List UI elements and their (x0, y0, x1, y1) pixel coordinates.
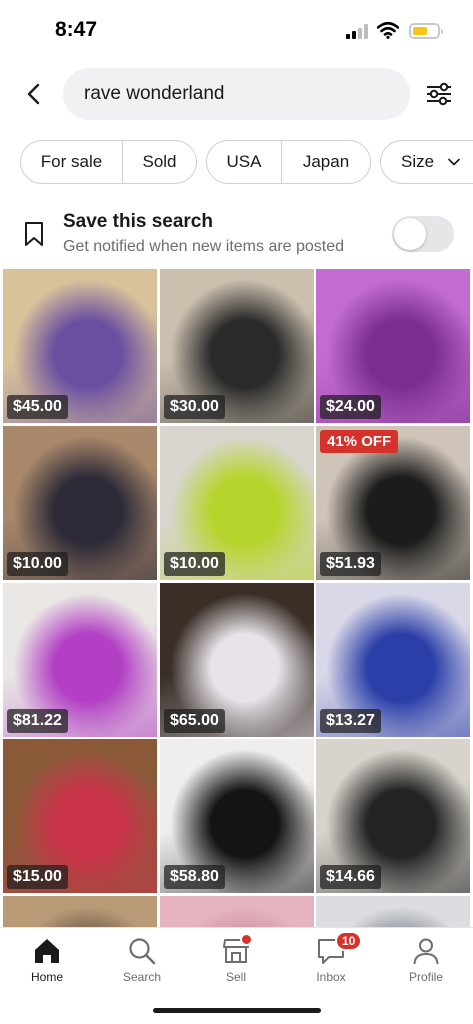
chip-usa[interactable]: USA (207, 141, 281, 183)
signal-icon (346, 23, 370, 39)
toggle-knob (394, 218, 426, 250)
nav-profile[interactable]: Profile (386, 936, 466, 996)
listing-price: $58.80 (164, 865, 225, 889)
save-search-toggle[interactable] (392, 216, 454, 252)
nav-sell[interactable]: Sell (196, 933, 276, 996)
back-arrow-icon (27, 83, 40, 105)
condition-filter: For sale Sold (20, 140, 197, 184)
listing-price: $81.22 (7, 709, 68, 733)
save-search-title: Save this search (63, 211, 213, 232)
listing-tile[interactable]: $14.66 (316, 739, 470, 893)
chip-sold[interactable]: Sold (122, 141, 196, 183)
listing-tile[interactable]: $81.22 (3, 583, 157, 737)
listing-tile[interactable]: $45.00 (3, 269, 157, 423)
listing-tile[interactable]: $65.00 (160, 583, 314, 737)
search-query: rave wonderland (84, 83, 225, 104)
inbox-badge: 10 (335, 931, 363, 951)
listing-price: $14.66 (320, 865, 381, 889)
listing-price: $24.00 (320, 395, 381, 419)
bookmark-icon (25, 222, 43, 246)
home-indicator (153, 1008, 321, 1013)
listing-price: $10.00 (7, 552, 68, 576)
nav-home[interactable]: Home (7, 936, 87, 996)
home-icon (35, 939, 59, 963)
status-time: 8:47 (55, 18, 98, 41)
sell-notification-dot (240, 933, 253, 946)
listing-tile[interactable]: 41% OFF $51.93 (316, 426, 470, 580)
filter-sliders-icon (427, 82, 451, 106)
listing-tile[interactable]: $24.00 (316, 269, 470, 423)
chip-size-label: Size (401, 152, 435, 171)
search-icon (129, 938, 156, 965)
profile-icon (413, 938, 439, 965)
listing-tile[interactable]: $15.00 (3, 739, 157, 893)
nav-profile-label: Profile (408, 970, 443, 984)
chip-size[interactable]: Size (381, 141, 460, 183)
listing-tile[interactable]: $10.00 (3, 426, 157, 580)
listing-price: $65.00 (164, 709, 225, 733)
wifi-icon (377, 21, 399, 39)
search-input[interactable]: rave wonderland (63, 68, 410, 120)
battery-icon (409, 23, 443, 39)
nav-inbox[interactable]: 10 Inbox (291, 931, 371, 996)
listing-price: $10.00 (164, 552, 225, 576)
nav-search[interactable]: Search (102, 936, 182, 996)
nav-sell-label: Sell (225, 970, 246, 984)
listing-price: $13.27 (320, 709, 381, 733)
listing-price: $45.00 (7, 395, 68, 419)
save-search-subtitle: Get notified when new items are posted (63, 238, 345, 255)
chip-for-sale[interactable]: For sale (21, 141, 122, 183)
discount-badge: 41% OFF (320, 430, 399, 453)
listing-price: $15.00 (7, 865, 68, 889)
chevron-down-icon (448, 158, 460, 166)
nav-home-label: Home (30, 970, 63, 984)
listing-price: $51.93 (320, 552, 381, 576)
listing-tile[interactable]: $13.27 (316, 583, 470, 737)
listing-price: $30.00 (164, 395, 225, 419)
filter-button[interactable] (424, 78, 454, 110)
listing-tile[interactable]: $30.00 (160, 269, 314, 423)
listing-tile[interactable]: $58.80 (160, 739, 314, 893)
nav-search-label: Search (122, 970, 162, 984)
status-bar: 8:47 (0, 0, 473, 62)
size-filter[interactable]: Size (380, 140, 473, 184)
listing-tile[interactable]: $10.00 (160, 426, 314, 580)
nav-inbox-label: Inbox (316, 970, 346, 984)
country-filter: USA Japan (206, 140, 371, 184)
chip-japan[interactable]: Japan (281, 141, 370, 183)
back-button[interactable] (20, 78, 48, 110)
